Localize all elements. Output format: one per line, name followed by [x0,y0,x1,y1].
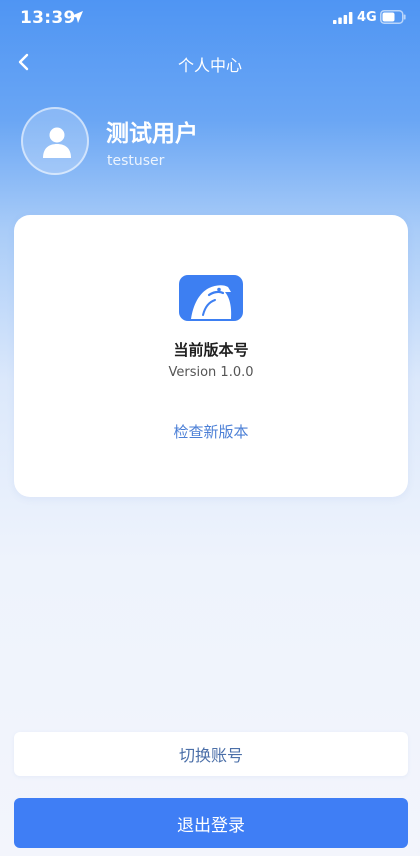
user-display-name: 测试用户 [106,121,198,147]
status-time: 13:39 [20,8,76,28]
user-username: testuser [107,153,165,169]
eagle-logo-icon [179,275,243,321]
check-update-link[interactable]: 检查新版本 [161,421,261,442]
user-icon [43,127,71,158]
avatar [21,107,89,175]
location-arrow-icon [71,11,83,23]
logout-button[interactable]: 退出登录 [14,798,408,848]
page-title: 个人中心 [177,56,242,75]
version-title: 当前版本号 [173,341,249,359]
network-type: 4G [357,10,377,25]
status-bar: 13:39 4G [0,0,420,36]
switch-account-button[interactable]: 切换账号 [14,732,408,776]
signal-bars-icon [333,12,353,24]
version-number: Version 1.0.0 [168,365,254,380]
version-card: 当前版本号 Version 1.0.0 检查新版本 [14,215,408,497]
battery-icon [380,10,406,24]
back-button[interactable] [12,50,36,74]
